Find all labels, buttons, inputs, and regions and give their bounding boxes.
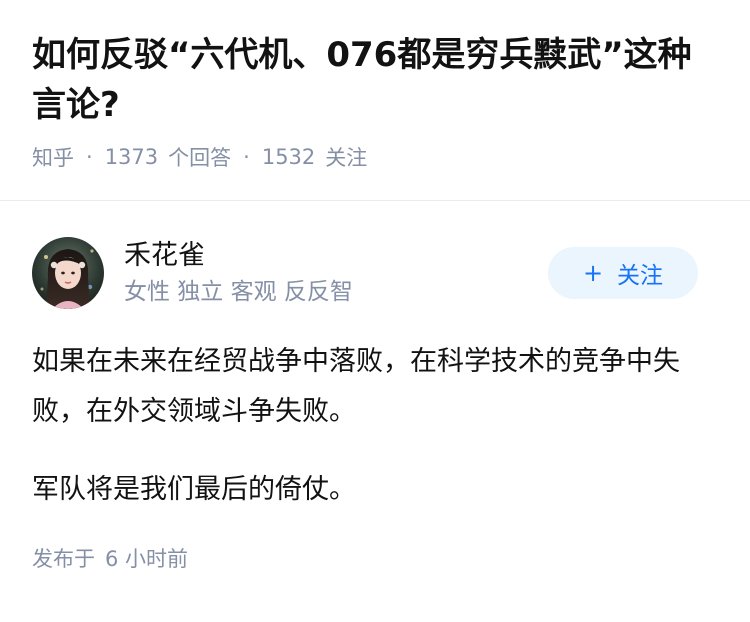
- follower-count: 1532: [261, 145, 316, 169]
- avatar-photo-icon: [32, 237, 104, 309]
- question-meta: 知乎 · 1373 个回答 · 1532 关注: [32, 142, 718, 172]
- avatar[interactable]: [32, 237, 104, 309]
- answer-paragraph: 如果在未来在经贸战争中落败，在科学技术的竞争中失败，在外交领域斗争失败。: [32, 346, 680, 427]
- follow-button[interactable]: + 关注: [548, 247, 698, 299]
- answer-content[interactable]: 如果在未来在经贸战争中落败，在科学技术的竞争中失败，在外交领域斗争失败。 军队将…: [32, 337, 718, 515]
- answer-card: 禾花雀 女性 独立 客观 反反智 + 关注 如果在未来在经贸战争中落败，在科学技…: [0, 201, 750, 573]
- follow-button-label: 关注: [617, 263, 664, 289]
- meta-separator: ·: [243, 145, 250, 169]
- answer-paragraph: 军队将是我们最后的倚仗。: [32, 474, 356, 505]
- author-row: 禾花雀 女性 独立 客观 反反智 + 关注: [32, 235, 718, 311]
- post-time: 发布于 6 小时前: [32, 543, 718, 573]
- posted-time: 6 小时前: [105, 547, 189, 571]
- answer-count: 1373: [104, 145, 159, 169]
- source-label[interactable]: 知乎: [32, 142, 74, 172]
- author-bio: 女性 独立 客观 反反智: [124, 279, 353, 305]
- plus-icon: +: [582, 259, 604, 287]
- meta-separator: ·: [86, 145, 93, 169]
- author-info: 禾花雀 女性 独立 客观 反反智: [124, 238, 353, 308]
- follower-count-label: 关注: [325, 146, 368, 170]
- question-title[interactable]: 如何反驳“六代机、076都是穷兵黩武”这种言论?: [32, 30, 718, 130]
- question-header: 如何反驳“六代机、076都是穷兵黩武”这种言论? 知乎 · 1373 个回答 ·…: [0, 0, 750, 170]
- answer-count-label: 个回答: [168, 146, 232, 170]
- posted-label: 发布于: [32, 547, 95, 571]
- author-name[interactable]: 禾花雀: [124, 238, 353, 274]
